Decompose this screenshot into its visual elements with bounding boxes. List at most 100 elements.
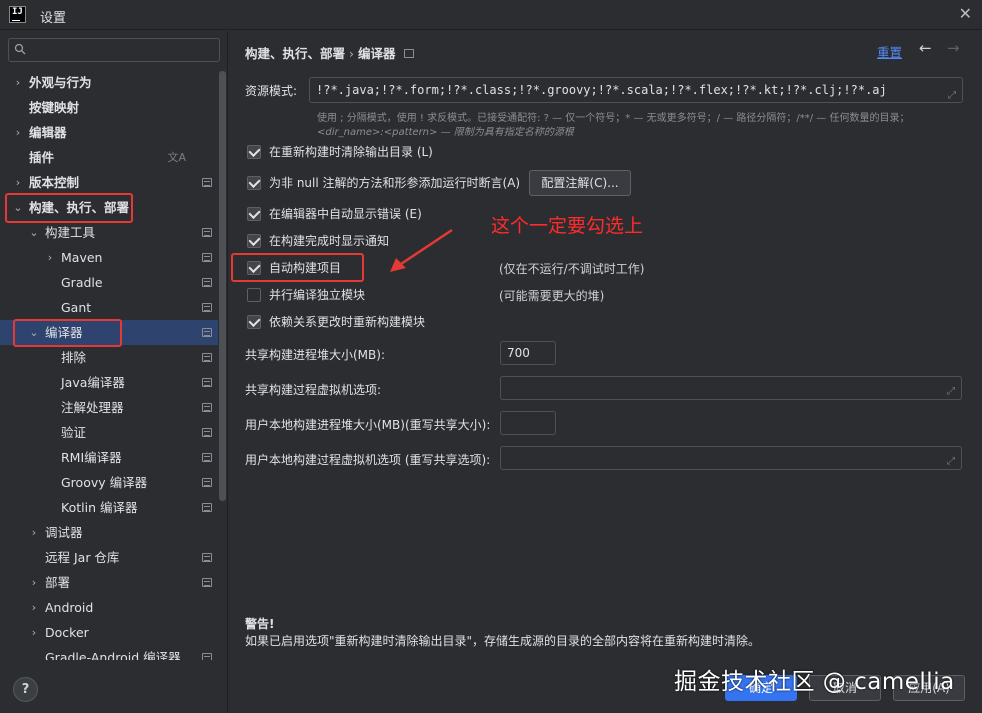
search-icon: [14, 43, 26, 55]
tree-item-label: 构建工具: [45, 225, 96, 240]
user-heap-input[interactable]: [500, 411, 556, 435]
project-scope-icon: [202, 178, 212, 187]
tree-item-deployment[interactable]: › 部署: [0, 570, 218, 595]
window-title: 设置: [40, 11, 67, 26]
chevron-down-icon[interactable]: ⌄: [12, 195, 24, 220]
option-label: 为非 null 注解的方法和形参添加运行时断言(A): [269, 176, 521, 190]
chevron-right-icon[interactable]: ›: [28, 570, 40, 595]
tree-item-label: 版本控制: [29, 175, 80, 190]
breadcrumb-current: 编译器: [358, 46, 396, 61]
expand-icon[interactable]: ⤢: [947, 381, 955, 403]
resource-patterns-value: !?*.java;!?*.form;!?*.class;!?*.groovy;!…: [316, 83, 887, 97]
tree-item-plugins[interactable]: 插件 文A: [0, 145, 218, 170]
tree-item-build-tools[interactable]: ⌄ 构建工具: [0, 220, 218, 245]
checkbox-unchecked[interactable]: [247, 288, 261, 302]
warning-text: 如果已启用选项"重新构建时清除输出目录"，存储生成源的目录的全部内容将在重新构建…: [245, 634, 761, 648]
annotation-arrow-icon: [390, 228, 453, 272]
tree-item-label: 验证: [61, 425, 87, 440]
checkbox-checked[interactable]: [247, 145, 261, 159]
option-label: 在构建完成时显示通知: [269, 234, 390, 248]
settings-search-input[interactable]: [8, 38, 220, 62]
option-note: (可能需要更大的堆): [499, 289, 605, 303]
resource-patterns-input[interactable]: !?*.java;!?*.form;!?*.class;!?*.groovy;!…: [309, 77, 963, 103]
chevron-right-icon[interactable]: ›: [28, 595, 40, 620]
option-note: (仅在不运行/不调试时工作): [499, 262, 645, 276]
shared-vm-options-input[interactable]: ⤢: [500, 376, 962, 400]
watermark: 掘金技术社区 @ camellia: [674, 669, 955, 695]
tree-item-label: 排除: [61, 350, 87, 365]
checkbox-checked[interactable]: [247, 261, 261, 275]
tree-item-docker[interactable]: › Docker: [0, 620, 218, 645]
chevron-right-icon[interactable]: ›: [28, 620, 40, 645]
project-scope-icon: [202, 453, 212, 462]
tree-item-debugger[interactable]: › 调试器: [0, 520, 218, 545]
checkbox-checked[interactable]: [247, 234, 261, 248]
project-scope-icon: [202, 653, 212, 660]
checkbox-checked[interactable]: [247, 315, 261, 329]
back-arrow-icon[interactable]: ←: [919, 39, 932, 57]
chevron-down-icon[interactable]: ⌄: [28, 320, 40, 345]
warning-title: 警告!: [245, 617, 275, 631]
tree-item-java-compiler[interactable]: Java编译器: [0, 370, 218, 395]
option-label: 在重新构建时清除输出目录 (L): [269, 145, 433, 159]
chevron-right-icon[interactable]: ›: [44, 245, 56, 270]
checkbox-checked[interactable]: [247, 207, 261, 221]
tree-item-build-execution-deployment[interactable]: ⌄ 构建、执行、部署: [0, 195, 218, 220]
chevron-right-icon[interactable]: ›: [12, 70, 24, 95]
breadcrumb-parent: 构建、执行、部署: [245, 46, 346, 61]
chevron-right-icon[interactable]: ›: [28, 520, 40, 545]
project-scope-icon: [202, 353, 212, 362]
tree-item-keymap[interactable]: 按键映射: [0, 95, 218, 120]
tree-item-label: 构建、执行、部署: [29, 200, 130, 215]
tree-item-maven[interactable]: › Maven: [0, 245, 218, 270]
tree-item-gant[interactable]: Gant: [0, 295, 218, 320]
project-scope-icon: [202, 578, 212, 587]
tree-item-label: 编译器: [45, 325, 83, 340]
app-icon-text: IJ: [12, 7, 23, 17]
checkbox-checked[interactable]: [247, 176, 261, 190]
tree-item-label: 插件: [29, 150, 55, 165]
tree-item-excludes[interactable]: 排除: [0, 345, 218, 370]
tree-item-label: Docker: [45, 625, 89, 640]
tree-item-label: 按键映射: [29, 100, 80, 115]
expand-icon[interactable]: ⤢: [947, 451, 955, 473]
tree-item-label: Java编译器: [61, 375, 125, 390]
chevron-right-icon[interactable]: ›: [12, 120, 24, 145]
shared-heap-input[interactable]: 700: [500, 341, 556, 365]
project-scope-icon: [202, 303, 212, 312]
tree-item-label: Groovy 编译器: [61, 475, 148, 490]
tree-item-rmi-compiler[interactable]: RMI编译器: [0, 445, 218, 470]
chevron-right-icon[interactable]: ›: [12, 170, 24, 195]
user-vm-options-label: 用户本地构建过程虚拟机选项 (重写共享选项):: [245, 453, 491, 467]
resource-patterns-hint-2: <dir_name>:<pattern> — 限制为具有指定名称的源根: [317, 127, 574, 138]
chevron-down-icon[interactable]: ⌄: [28, 220, 40, 245]
tree-item-annotation-processors[interactable]: 注解处理器: [0, 395, 218, 420]
expand-icon[interactable]: ⤢: [948, 84, 956, 102]
tree-item-label: Maven: [61, 250, 103, 265]
resource-patterns-hint: 使用 ; 分隔模式，使用 ! 求反模式。已接受通配符: ? — 仅一个符号；* …: [317, 113, 910, 124]
tree-item-label: 外观与行为: [29, 75, 92, 90]
tree-item-appearance[interactable]: › 外观与行为: [0, 70, 218, 95]
close-icon[interactable]: ✕: [959, 4, 972, 23]
settings-content: 构建、执行、部署 › 编译器 重置 ← → 资源模式: !?*.java;!?*.f…: [229, 31, 982, 713]
user-heap-label: 用户本地构建进程堆大小(MB)(重写共享大小):: [245, 418, 491, 432]
tree-item-android[interactable]: › Android: [0, 595, 218, 620]
tree-item-validation[interactable]: 验证: [0, 420, 218, 445]
tree-item-gradle-android-compiler[interactable]: Gradle-Android 编译器: [0, 645, 218, 660]
help-button[interactable]: ?: [13, 677, 38, 702]
sidebar-scrollbar[interactable]: [219, 71, 226, 501]
user-vm-options-input[interactable]: ⤢: [500, 446, 962, 470]
tree-item-compiler[interactable]: ⌄ 编译器: [0, 320, 218, 345]
option-label: 依赖关系更改时重新构建模块: [269, 315, 426, 329]
tree-item-editor[interactable]: › 编辑器: [0, 120, 218, 145]
tree-item-vcs[interactable]: › 版本控制: [0, 170, 218, 195]
tree-item-gradle[interactable]: Gradle: [0, 270, 218, 295]
tree-item-remote-jar-repos[interactable]: 远程 Jar 仓库: [0, 545, 218, 570]
reset-link[interactable]: 重置: [877, 42, 902, 61]
tree-item-groovy-compiler[interactable]: Groovy 编译器: [0, 470, 218, 495]
project-scope-icon: [202, 478, 212, 487]
shared-heap-label: 共享构建进程堆大小(MB):: [245, 348, 385, 362]
tree-item-kotlin-compiler[interactable]: Kotlin 编译器: [0, 495, 218, 520]
configure-annotations-button[interactable]: 配置注解(C)...: [529, 170, 631, 196]
forward-arrow-icon[interactable]: →: [947, 39, 960, 57]
